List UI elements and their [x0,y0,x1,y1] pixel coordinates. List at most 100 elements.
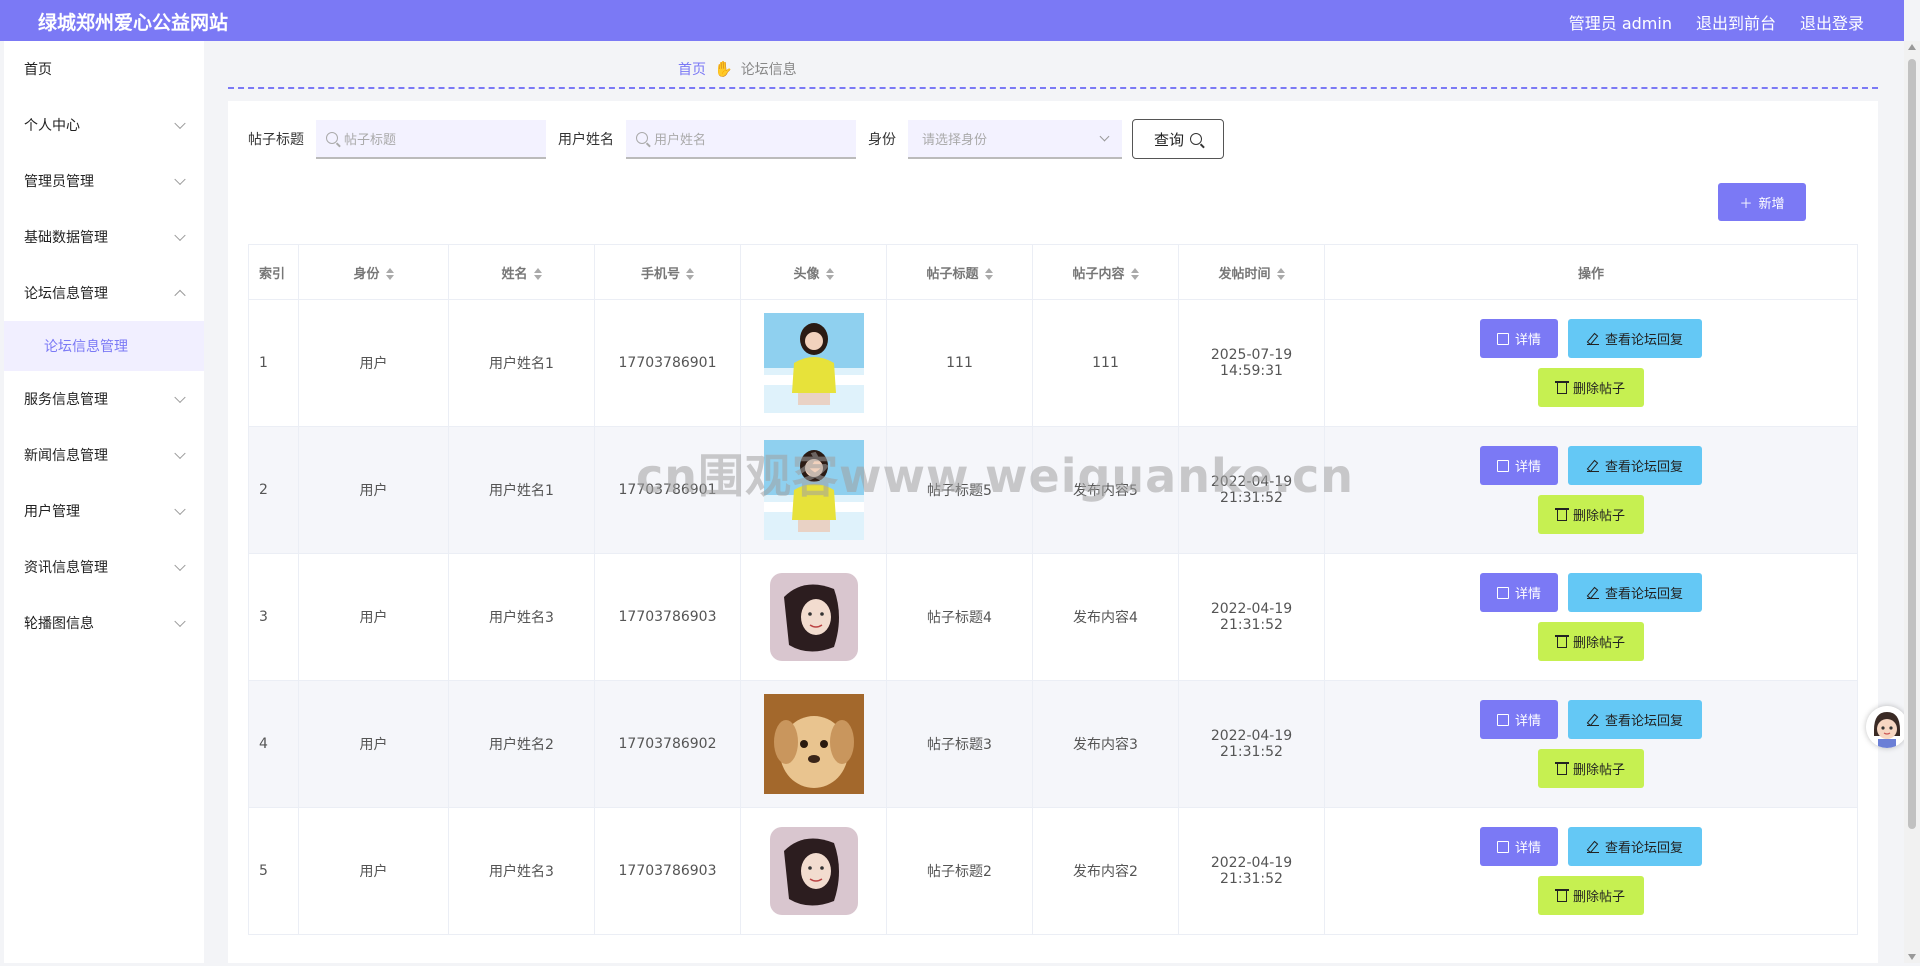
view-replies-button[interactable]: 查看论坛回复 [1568,573,1702,612]
cell-time: 2025-07-19 14:59:31 [1178,299,1325,427]
document-icon [1496,332,1509,345]
detail-button-label: 详情 [1514,714,1541,729]
view-replies-button[interactable]: 查看论坛回复 [1568,827,1702,866]
document-icon [1496,713,1509,726]
cell-phone: 17703786903 [594,553,741,681]
sidebar-item-news[interactable]: 新闻信息管理 [4,427,204,483]
col-title[interactable]: 帖子标题 [886,244,1033,300]
cell-time: 2022-04-19 21:31:52 [1178,553,1325,681]
cell-avatar[interactable] [740,299,887,427]
assistant-avatar-icon[interactable] [1866,706,1908,748]
detail-button[interactable]: 详情 [1480,446,1558,485]
sidebar-item-label: 管理员管理 [24,174,94,190]
sort-icon[interactable] [825,268,834,280]
col-time[interactable]: 发帖时间 [1178,244,1325,300]
name-search-input[interactable]: 用户姓名 [626,119,856,159]
cell-phone: 17703786903 [594,807,741,935]
sort-icon[interactable] [1130,268,1139,280]
detail-button-label: 详情 [1514,841,1541,856]
sidebar-item-users[interactable]: 用户管理 [4,483,204,539]
sidebar-subitem-forum-manage[interactable]: 论坛信息管理 [4,321,204,371]
delete-post-button[interactable]: 删除帖子 [1538,368,1644,407]
query-button[interactable]: 查询 [1132,119,1224,159]
col-avatar[interactable]: 头像 [740,244,887,300]
sort-icon[interactable] [1276,268,1285,280]
cell-name: 用户姓名1 [448,299,595,427]
role-select[interactable]: 请选择身份 [908,119,1122,159]
sidebar-item-home[interactable]: 首页 [4,41,204,97]
breadcrumb-current: 论坛信息 [740,62,797,78]
sidebar-item-carousel[interactable]: 轮播图信息 [4,595,204,651]
query-button-label: 查询 [1153,130,1184,149]
detail-button[interactable]: 详情 [1480,573,1558,612]
breadcrumb-home[interactable]: 首页 [678,59,706,79]
sidebar-item-personal[interactable]: 个人中心 [4,97,204,153]
sort-icon[interactable] [533,268,542,280]
col-phone[interactable]: 手机号 [594,244,741,300]
cell-title: 帖子标题2 [886,807,1033,935]
col-content[interactable]: 帖子内容 [1032,244,1179,300]
hand-icon: ✋ [714,60,733,78]
cell-index: 4 [248,680,299,808]
chevron-down-icon [174,615,186,628]
cell-time: 2022-04-19 21:31:52 [1178,426,1325,554]
col-name[interactable]: 姓名 [448,244,595,300]
delete-post-button[interactable]: 删除帖子 [1538,622,1644,661]
view-replies-button-label: 查看论坛回复 [1604,460,1683,475]
scroll-down-arrow-icon[interactable] [1908,954,1916,960]
cell-role: 用户 [298,299,449,427]
view-replies-button[interactable]: 查看论坛回复 [1568,446,1702,485]
sidebar-item-admin[interactable]: 管理员管理 [4,153,204,209]
divider [228,87,1878,89]
logout-link[interactable]: 退出登录 [1800,10,1864,34]
sidebar-item-label: 服务信息管理 [24,392,108,408]
sidebar: 首页 个人中心 管理员管理 基础数据管理 论坛信息管理 论坛信息管理 服务信息管… [4,41,204,963]
sidebar-item-service[interactable]: 服务信息管理 [4,371,204,427]
delete-post-button[interactable]: 删除帖子 [1538,749,1644,788]
cell-avatar[interactable] [740,426,887,554]
sidebar-item-label: 论坛信息管理 [24,286,108,302]
delete-post-button[interactable]: 删除帖子 [1538,876,1644,915]
page-scrollbar[interactable] [1904,41,1920,963]
cell-avatar[interactable] [740,807,887,935]
cell-content: 发布内容4 [1032,553,1179,681]
sidebar-item-label: 个人中心 [24,118,80,134]
view-replies-button[interactable]: 查看论坛回复 [1568,319,1702,358]
detail-button[interactable]: 详情 [1480,319,1558,358]
detail-button[interactable]: 详情 [1480,827,1558,866]
role-select-placeholder: 请选择身份 [922,132,988,148]
cell-avatar[interactable] [740,553,887,681]
to-front-link[interactable]: 退出到前台 [1696,10,1776,34]
sort-icon[interactable] [686,268,694,280]
view-replies-button-label: 查看论坛回复 [1604,841,1683,856]
detail-button[interactable]: 详情 [1480,700,1558,739]
plus-icon: ＋ [1739,196,1753,212]
header-links: 管理员 admin 退出到前台 退出登录 [1569,10,1864,34]
cell-avatar[interactable] [740,680,887,808]
chevron-up-icon [174,289,186,302]
col-role[interactable]: 身份 [298,244,449,300]
cell-actions: 详情 查看论坛回复删除帖子 [1324,807,1858,935]
cell-name: 用户姓名2 [448,680,595,808]
delete-post-button[interactable]: 删除帖子 [1538,495,1644,534]
cell-content: 发布内容2 [1032,807,1179,935]
sort-icon[interactable] [984,268,993,280]
cell-role: 用户 [298,807,449,935]
scroll-up-arrow-icon[interactable] [1908,44,1916,50]
chevron-down-icon [174,117,186,130]
search-icon [636,132,648,144]
col-index: 索引 [248,244,299,300]
sidebar-item-info[interactable]: 资讯信息管理 [4,539,204,595]
view-replies-button[interactable]: 查看论坛回复 [1568,700,1702,739]
sort-icon[interactable] [385,268,394,280]
content-panel: 帖子标题 帖子标题 用户姓名 用户姓名 身份 请选择身份 查询 ＋ 新增 索引 … [228,101,1878,963]
sidebar-item-basic-data[interactable]: 基础数据管理 [4,209,204,265]
scrollbar-thumb[interactable] [1908,59,1916,829]
delete-post-button-label: 删除帖子 [1572,890,1625,905]
title-search-input[interactable]: 帖子标题 [316,119,546,159]
search-icon [326,132,338,144]
document-icon [1496,459,1509,472]
cell-title: 帖子标题5 [886,426,1033,554]
add-button[interactable]: ＋ 新增 [1718,183,1806,221]
sidebar-item-forum[interactable]: 论坛信息管理 [4,265,204,321]
